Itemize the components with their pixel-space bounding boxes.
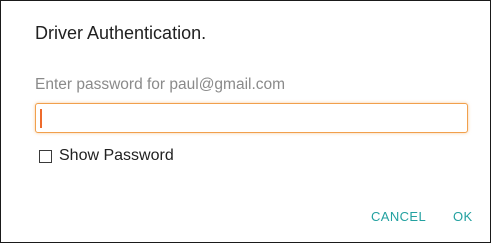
dialog-title: Driver Authentication.: [35, 23, 207, 43]
password-prompt: Enter password for paul@gmail.com: [35, 76, 286, 93]
password-input[interactable]: [44, 108, 454, 128]
ok-button[interactable]: OK: [453, 209, 473, 224]
show-password-toggle[interactable]: Show Password: [39, 147, 174, 165]
password-field[interactable]: [35, 103, 468, 133]
show-password-checkbox[interactable]: [39, 149, 52, 163]
auth-dialog: Driver Authentication. Enter password fo…: [0, 0, 491, 243]
cancel-button[interactable]: CANCEL: [371, 209, 426, 224]
show-password-label: Show Password: [59, 147, 174, 164]
text-cursor: [40, 109, 42, 128]
